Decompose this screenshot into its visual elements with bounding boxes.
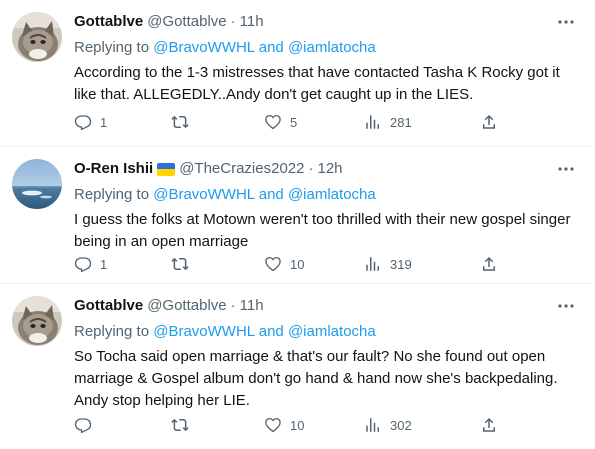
tweet-header: Gottablve @Gottablve · 11h <box>74 12 581 32</box>
retweet-button[interactable] <box>170 112 198 132</box>
retweet-icon <box>171 115 189 129</box>
heart-icon <box>265 417 281 433</box>
mention-link[interactable]: @BravoWWHL <box>153 186 254 203</box>
reply-icon <box>74 418 92 434</box>
timestamp[interactable]: 11h <box>240 296 264 316</box>
reply-icon <box>74 257 92 273</box>
share-button[interactable] <box>480 112 498 132</box>
views-count: 281 <box>390 114 412 130</box>
tweet-actions: 1 10 319 <box>74 254 581 274</box>
retweet-button[interactable] <box>170 254 198 274</box>
replying-to: Replying to @BravoWWHL and @iamlatocha <box>74 38 581 58</box>
tweet-text: So Tocha said open marriage & that's our… <box>74 348 558 409</box>
ukraine-flag-icon <box>157 162 176 176</box>
tweet-actions: 10 302 <box>74 415 581 435</box>
views-count: 302 <box>390 417 412 433</box>
views-button[interactable]: 319 <box>364 254 412 274</box>
user-handle[interactable]: @Gottablve <box>147 12 226 32</box>
heart-icon <box>265 256 281 272</box>
reply-button[interactable] <box>74 415 100 435</box>
replying-to: Replying to @BravoWWHL and @iamlatocha <box>74 322 581 342</box>
mention-link[interactable]: @iamlatocha <box>288 186 376 203</box>
separator-dot: · <box>308 160 314 177</box>
tweet-header: Gottablve @Gottablve · 11h <box>74 296 581 316</box>
tweet[interactable]: O-Ren Ishii @TheCrazies2022 · 12h Replyi… <box>0 147 595 284</box>
replying-to-label: Replying to <box>74 323 150 340</box>
tweet[interactable]: Gottablve @Gottablve · 11h Replying to @… <box>0 0 595 147</box>
avatar[interactable] <box>12 159 62 209</box>
replying-to: Replying to @BravoWWHL and @iamlatocha <box>74 185 581 205</box>
views-button[interactable]: 281 <box>364 112 412 132</box>
tweet[interactable]: Gottablve @Gottablve · 11h Replying to @… <box>0 284 595 449</box>
user-handle[interactable]: @TheCrazies2022 <box>179 159 304 179</box>
like-button[interactable]: 10 <box>264 254 304 274</box>
tweet-actions: 1 5 281 <box>74 112 581 132</box>
share-icon <box>483 114 495 129</box>
separator-dot: · <box>230 13 236 30</box>
reply-button[interactable]: 1 <box>74 254 107 274</box>
more-options-icon[interactable] <box>555 161 577 177</box>
replying-to-label: Replying to <box>74 186 150 203</box>
mention-link[interactable]: @iamlatocha <box>288 323 376 340</box>
mention-link[interactable]: @BravoWWHL <box>153 39 254 56</box>
display-name[interactable]: O-Ren Ishii <box>74 159 153 179</box>
reply-count: 1 <box>100 114 108 130</box>
views-button[interactable]: 302 <box>364 415 412 435</box>
views-icon <box>366 418 379 432</box>
views-count: 319 <box>390 256 412 272</box>
reply-button[interactable]: 1 <box>74 112 107 132</box>
separator-dot: · <box>230 297 236 314</box>
display-name[interactable]: Gottablve <box>74 296 143 316</box>
mention-link[interactable]: @iamlatocha <box>288 39 376 56</box>
tweet-header: O-Ren Ishii @TheCrazies2022 · 12h <box>74 159 581 179</box>
display-name[interactable]: Gottablve <box>74 12 143 32</box>
tweet-text: According to the 1-3 mistresses that hav… <box>74 64 560 103</box>
views-icon <box>366 115 379 129</box>
share-button[interactable] <box>480 415 498 435</box>
share-button[interactable] <box>480 254 498 274</box>
reply-count: 1 <box>100 256 108 272</box>
avatar[interactable] <box>12 12 62 62</box>
mention-link[interactable]: @BravoWWHL <box>153 323 254 340</box>
like-count: 5 <box>290 114 298 130</box>
like-button[interactable]: 10 <box>264 415 304 435</box>
avatar[interactable] <box>12 296 62 346</box>
share-icon <box>483 417 495 432</box>
timestamp[interactable]: 12h <box>317 159 342 179</box>
share-icon <box>483 256 495 271</box>
reply-icon <box>74 115 92 131</box>
and-connector: and <box>258 186 284 203</box>
like-count: 10 <box>290 256 305 272</box>
heart-icon <box>265 114 281 130</box>
tweet-text: I guess the folks at Motown weren't too … <box>74 211 571 250</box>
timestamp[interactable]: 11h <box>240 12 264 32</box>
views-icon <box>366 257 379 271</box>
more-options-icon[interactable] <box>555 298 577 314</box>
retweet-icon <box>171 418 189 432</box>
replying-to-label: Replying to <box>74 39 150 56</box>
and-connector: and <box>258 39 284 56</box>
like-button[interactable]: 5 <box>264 112 297 132</box>
and-connector: and <box>258 323 284 340</box>
user-handle[interactable]: @Gottablve <box>147 296 226 316</box>
retweet-icon <box>171 257 189 271</box>
more-options-icon[interactable] <box>555 14 577 30</box>
like-count: 10 <box>290 417 305 433</box>
retweet-button[interactable] <box>170 415 198 435</box>
